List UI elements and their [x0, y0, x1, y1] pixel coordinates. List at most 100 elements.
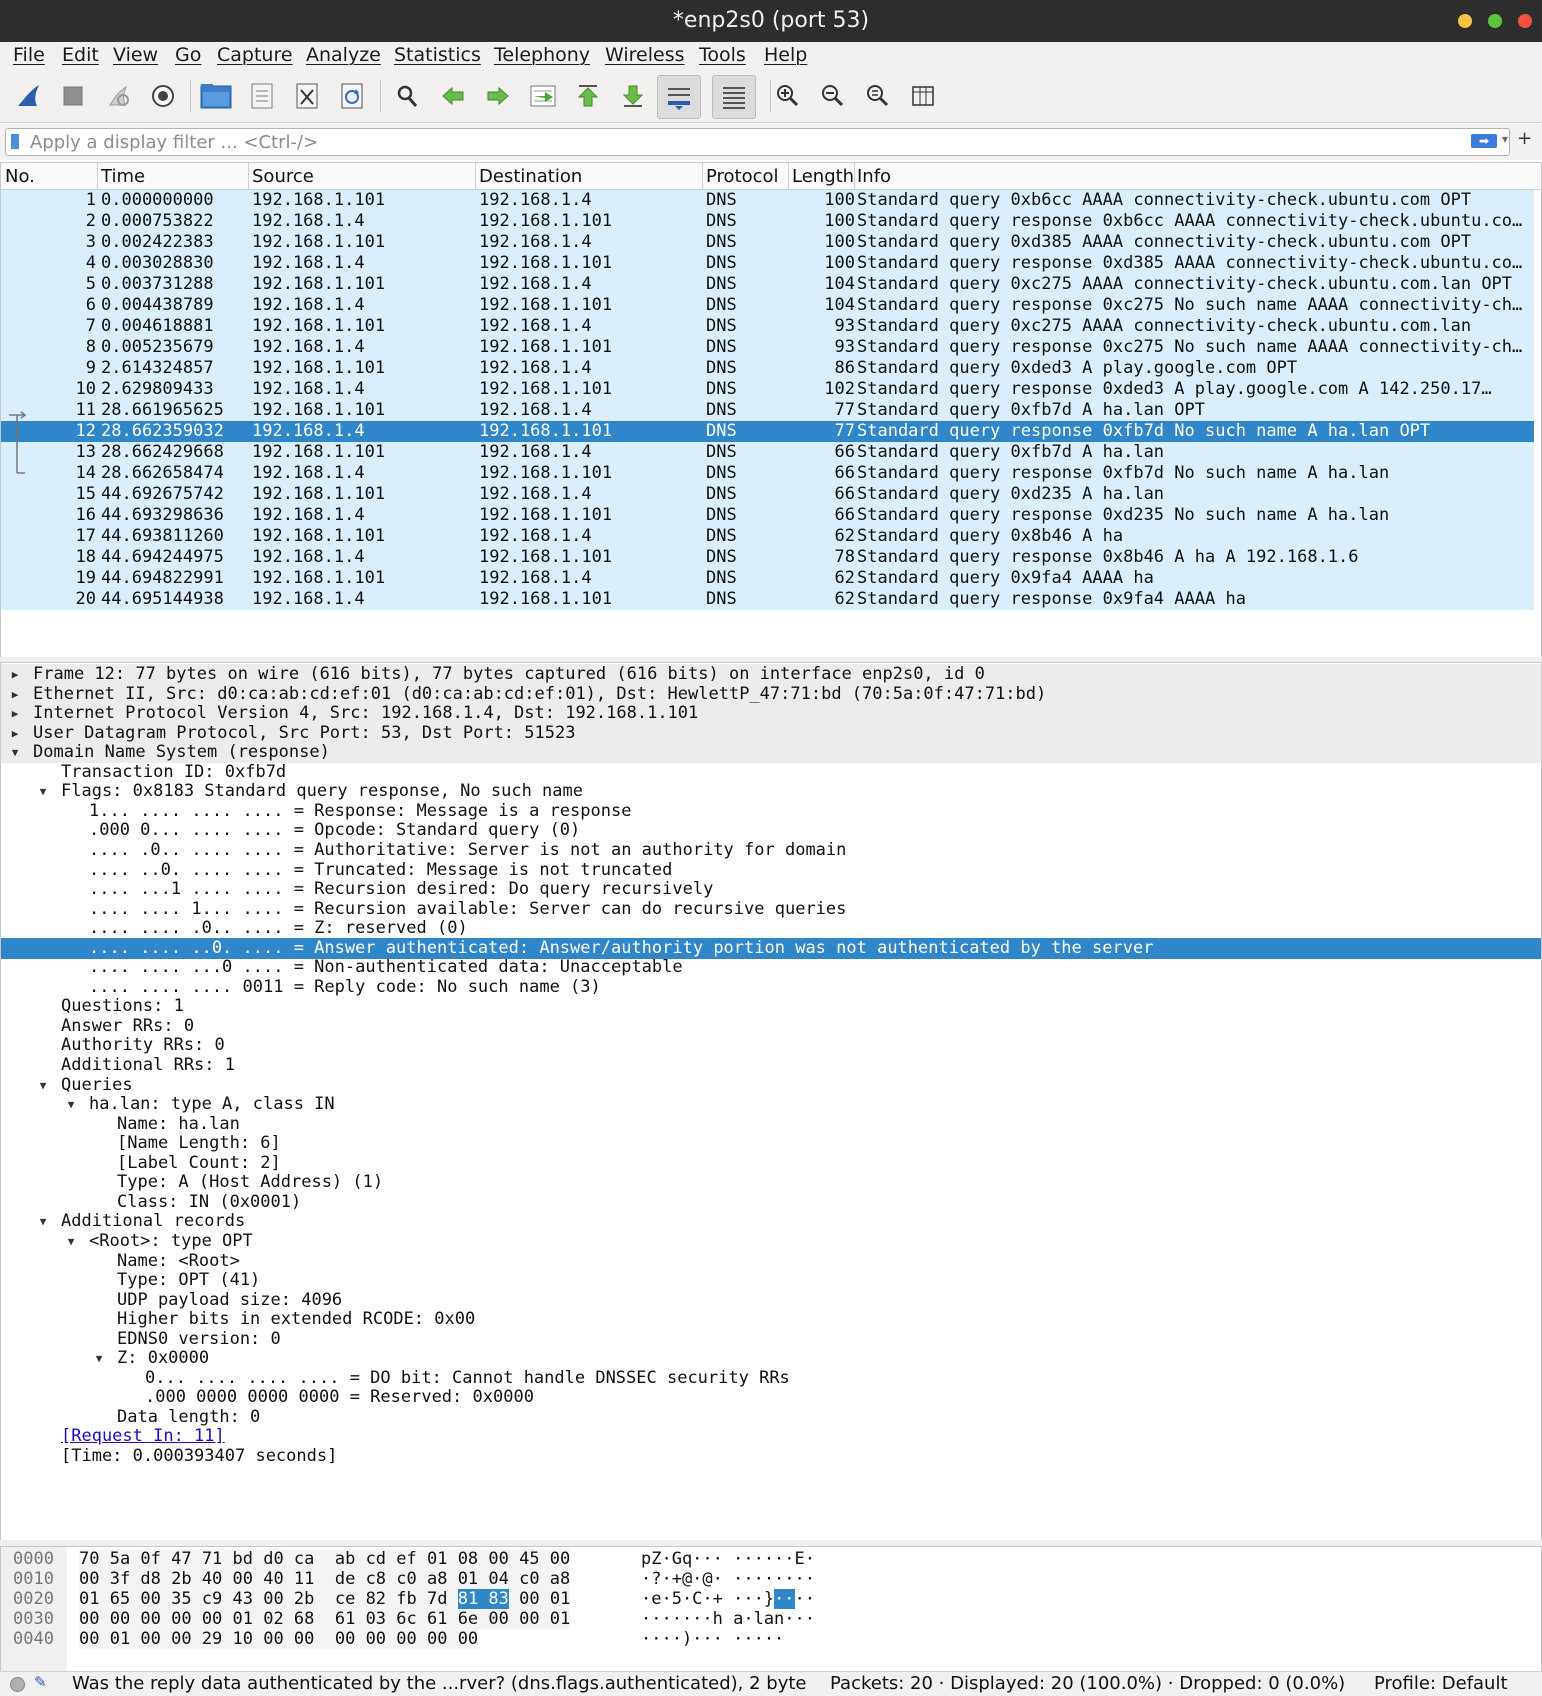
- expand-arrow-down-icon[interactable]: ▼: [8, 742, 22, 763]
- expand-arrow-down-icon[interactable]: ▼: [36, 781, 50, 802]
- go-last-icon[interactable]: [617, 80, 649, 112]
- minimize-button[interactable]: [1458, 14, 1472, 28]
- resize-columns-icon[interactable]: [907, 80, 939, 112]
- detail-row[interactable]: Name: <Root>: [1, 1251, 1541, 1272]
- packet-row[interactable]: 4 0.003028830 192.168.1.4 192.168.1.101 DNS 1…: [1, 253, 1534, 274]
- hex-bytes[interactable]: 70 5a 0f 47 71 bd d0 ca ab cd ef 01 08 0…: [79, 1549, 571, 1569]
- go-forward-icon[interactable]: [482, 80, 514, 112]
- menu-statistics[interactable]: Statistics: [394, 44, 481, 66]
- zoom-in-icon[interactable]: [772, 80, 804, 112]
- menu-tools[interactable]: Tools: [699, 44, 746, 66]
- hex-ascii[interactable]: ·e·5·C·+ ···}····: [641, 1589, 815, 1609]
- menu-edit[interactable]: Edit: [62, 44, 99, 66]
- detail-row[interactable]: Authority RRs: 0: [1, 1035, 1541, 1056]
- detail-row[interactable]: Additional RRs: 1: [1, 1055, 1541, 1076]
- detail-row[interactable]: ▼ Flags: 0x8183 Standard query response, …: [1, 781, 1541, 802]
- detail-row[interactable]: .000 0000 0000 0000 = Reserved: 0x0000: [1, 1387, 1541, 1408]
- hex-bytes[interactable]: 00 3f d8 2b 40 00 40 11 de c8 c0 a8 01 0…: [79, 1569, 571, 1589]
- hex-ascii[interactable]: ····)··· ·····: [641, 1629, 784, 1649]
- detail-row[interactable]: ▼ Additional records: [1, 1211, 1541, 1232]
- detail-row[interactable]: .... .0.. .... .... = Authoritative: Ser…: [1, 840, 1541, 861]
- packet-row[interactable]: 9 2.614324857 192.168.1.101 192.168.1.4 DNS 8…: [1, 358, 1534, 379]
- detail-row[interactable]: Transaction ID: 0xfb7d: [1, 762, 1541, 783]
- hex-ascii[interactable]: ·······h a·lan···: [641, 1609, 815, 1629]
- packet-row[interactable]: 15 44.692675742 192.168.1.101 192.168.1.4 DN…: [1, 484, 1534, 505]
- expand-arrow-down-icon[interactable]: ▼: [64, 1094, 78, 1115]
- detail-row[interactable]: Answer RRs: 0: [1, 1016, 1541, 1037]
- expert-info-icon[interactable]: [10, 1677, 25, 1692]
- go-first-icon[interactable]: [572, 80, 604, 112]
- status-profile[interactable]: Profile: Default: [1374, 1673, 1508, 1694]
- column-time[interactable]: Time: [101, 166, 145, 187]
- detail-row[interactable]: EDNS0 version: 0: [1, 1329, 1541, 1350]
- packet-row[interactable]: 3 0.002422383 192.168.1.101 192.168.1.4 DNS 1…: [1, 232, 1534, 253]
- detail-row[interactable]: .... ...1 .... .... = Recursion desired:…: [1, 879, 1541, 900]
- detail-row[interactable]: Data length: 0: [1, 1407, 1541, 1428]
- chevron-down-icon[interactable]: ▾: [1502, 132, 1508, 146]
- column-length[interactable]: Length: [792, 166, 854, 187]
- detail-row[interactable]: Name: ha.lan: [1, 1114, 1541, 1135]
- add-filter-button[interactable]: +: [1517, 128, 1532, 149]
- detail-row[interactable]: 1... .... .... .... = Response: Message …: [1, 801, 1541, 822]
- menu-go[interactable]: Go: [175, 44, 201, 66]
- apply-filter-icon[interactable]: ➡: [1471, 134, 1497, 148]
- detail-row[interactable]: ▶ Internet Protocol Version 4, Src: 192.1…: [1, 703, 1541, 725]
- stop-capture-icon[interactable]: [57, 80, 89, 112]
- close-button[interactable]: [1518, 14, 1532, 28]
- detail-row[interactable]: ▶ Frame 12: 77 bytes on wire (616 bits), …: [1, 664, 1541, 685]
- packet-row[interactable]: 1 0.000000000 192.168.1.101 192.168.1.4 DNS 1…: [1, 190, 1534, 211]
- packet-row[interactable]: 11 28.661965625 192.168.1.101 192.168.1.4 DN…: [1, 400, 1534, 421]
- detail-row[interactable]: ▼ ha.lan: type A, class IN: [1, 1094, 1541, 1115]
- detail-row[interactable]: Questions: 1: [1, 996, 1541, 1017]
- packet-row[interactable]: 16 44.693298636 192.168.1.4 192.168.1.101 DN…: [1, 505, 1534, 526]
- colorize-icon[interactable]: [712, 75, 756, 119]
- detail-row[interactable]: UDP payload size: 4096: [1, 1290, 1541, 1311]
- detail-row[interactable]: [Name Length: 6]: [1, 1133, 1541, 1154]
- go-to-packet-icon[interactable]: [527, 80, 559, 112]
- packet-row[interactable]: 18 44.694244975 192.168.1.4 192.168.1.101 DN…: [1, 547, 1534, 568]
- go-back-icon[interactable]: [437, 80, 469, 112]
- packet-row[interactable]: 2 0.000753822 192.168.1.4 192.168.1.101 DNS 1…: [1, 211, 1534, 232]
- detail-row[interactable]: .... .... ..0. .... = Answer authenticat…: [1, 937, 1541, 959]
- reload-file-icon[interactable]: [336, 80, 368, 112]
- packet-row[interactable]: 19 44.694822991 192.168.1.101 192.168.1.4 DN…: [1, 568, 1534, 589]
- detail-row[interactable]: .... .... 1... .... = Recursion availabl…: [1, 899, 1541, 920]
- detail-row[interactable]: .... .... .... 0011 = Reply code: No suc…: [1, 977, 1541, 998]
- zoom-out-icon[interactable]: [817, 80, 849, 112]
- packet-row[interactable]: 13 28.662429668 192.168.1.101 192.168.1.4 DN…: [1, 442, 1534, 463]
- expand-arrow-down-icon[interactable]: ▼: [64, 1231, 78, 1252]
- edit-comment-icon[interactable]: ✎: [34, 1673, 47, 1691]
- hex-bytes[interactable]: 01 65 00 35 c9 43 00 2b ce 82 fb 7d 81 8…: [79, 1589, 571, 1609]
- normal-size-icon[interactable]: [862, 80, 894, 112]
- detail-row[interactable]: .... .... ...0 .... = Non-authenticated …: [1, 957, 1541, 978]
- menu-file[interactable]: File: [13, 44, 45, 66]
- save-file-icon[interactable]: [246, 80, 278, 112]
- maximize-button[interactable]: [1488, 14, 1502, 28]
- detail-row[interactable]: Higher bits in extended RCODE: 0x00: [1, 1309, 1541, 1330]
- detail-row[interactable]: ▶ Ethernet II, Src: d0:ca:ab:cd:ef:01 (d0…: [1, 683, 1541, 705]
- packet-row[interactable]: 14 28.662658474 192.168.1.4 192.168.1.101 DN…: [1, 463, 1534, 484]
- detail-row[interactable]: [Request In: 11]: [1, 1426, 1541, 1447]
- menu-help[interactable]: Help: [764, 44, 807, 66]
- detail-row[interactable]: [Time: 0.000393407 seconds]: [1, 1446, 1541, 1467]
- column-source[interactable]: Source: [252, 166, 314, 187]
- expand-arrow-right-icon[interactable]: ▶: [8, 723, 22, 744]
- expand-arrow-right-icon[interactable]: ▶: [8, 664, 22, 685]
- detail-row[interactable]: ▶ User Datagram Protocol, Src Port: 53, D…: [1, 722, 1541, 744]
- auto-scroll-icon[interactable]: [657, 75, 701, 119]
- packet-row[interactable]: 6 0.004438789 192.168.1.4 192.168.1.101 DNS 1…: [1, 295, 1534, 316]
- menu-view[interactable]: View: [113, 44, 158, 66]
- hex-bytes[interactable]: 00 01 00 00 29 10 00 00 00 00 00 00 00: [79, 1629, 479, 1649]
- menu-analyze[interactable]: Analyze: [306, 44, 381, 66]
- detail-row[interactable]: .... ..0. .... .... = Truncated: Message…: [1, 860, 1541, 881]
- detail-row[interactable]: Type: A (Host Address) (1): [1, 1172, 1541, 1193]
- detail-row[interactable]: Class: IN (0x0001): [1, 1192, 1541, 1213]
- column-info[interactable]: Info: [857, 166, 891, 187]
- detail-row[interactable]: ▼ Domain Name System (response): [1, 742, 1541, 764]
- capture-options-icon[interactable]: [147, 80, 179, 112]
- packet-row[interactable]: 17 44.693811260 192.168.1.101 192.168.1.4 DN…: [1, 526, 1534, 547]
- detail-row[interactable]: ▼ Z: 0x0000: [1, 1348, 1541, 1369]
- expand-arrow-right-icon[interactable]: ▶: [8, 684, 22, 705]
- display-filter-input[interactable]: [28, 131, 1362, 153]
- hex-ascii[interactable]: pZ·Gq··· ······E·: [641, 1549, 815, 1569]
